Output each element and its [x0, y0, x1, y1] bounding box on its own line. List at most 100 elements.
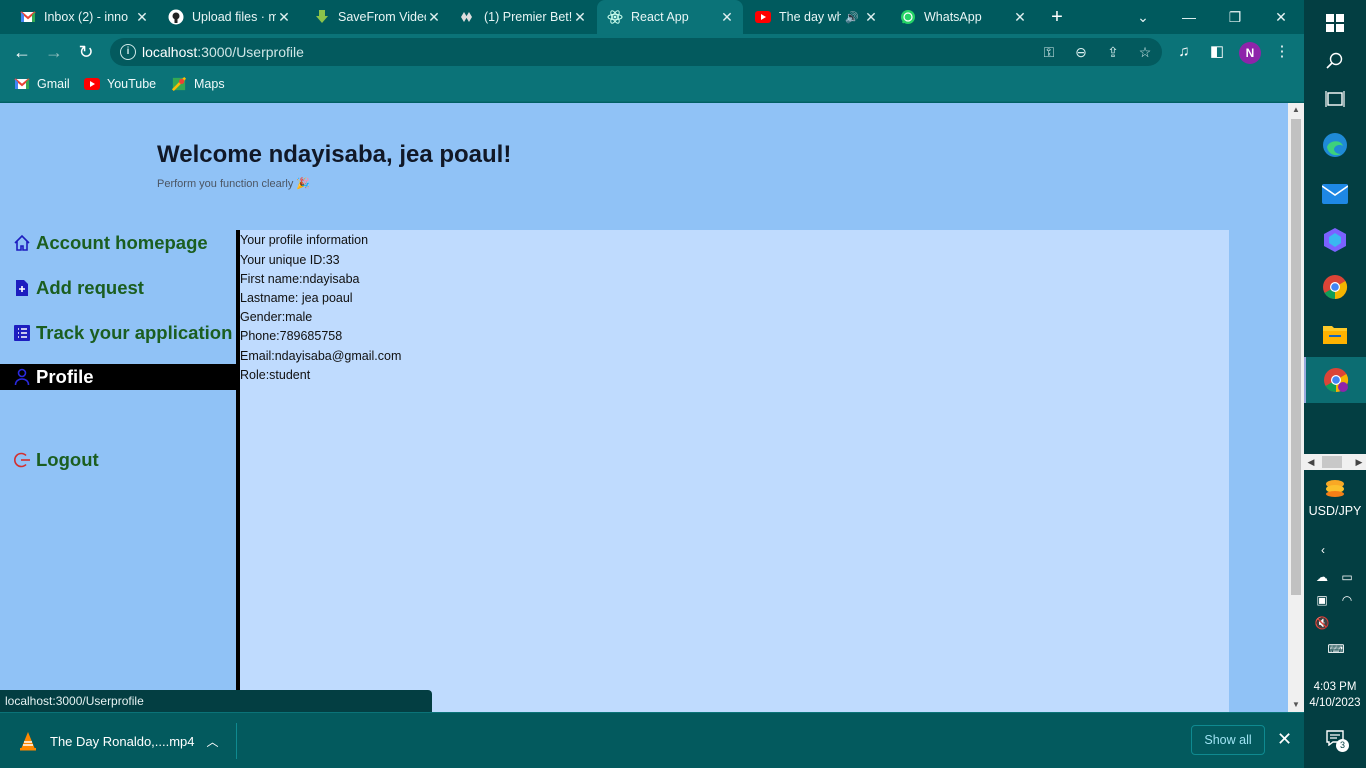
more-menu-icon[interactable]: ⋮: [1272, 42, 1292, 62]
tab-react-app[interactable]: React App ✕: [597, 0, 743, 34]
browser-toolbar: ← → ↻ i localhost:3000/Userprofile ⚿ ⊖ ⇪…: [0, 34, 1304, 70]
close-icon[interactable]: ✕: [1277, 729, 1292, 750]
chrome-profile-icon[interactable]: [1304, 357, 1366, 403]
edge-icon[interactable]: [1304, 122, 1366, 168]
speaker-icon[interactable]: 🔊: [845, 11, 859, 24]
page-title: Welcome ndayisaba, jea poaul!: [157, 141, 512, 168]
bookmark-label: Maps: [194, 77, 225, 91]
scrollbar-thumb[interactable]: [1322, 456, 1342, 468]
address-url[interactable]: localhost:3000/Userprofile: [142, 44, 304, 60]
taskbar-scrollbar[interactable]: ◀ ▶: [1304, 454, 1366, 470]
share-icon[interactable]: ⇪: [1104, 43, 1122, 61]
chrome-icon[interactable]: [1304, 264, 1366, 310]
scroll-down-icon[interactable]: ▼: [1288, 698, 1304, 712]
meet-now-icon[interactable]: ▣: [1314, 593, 1330, 607]
task-view-icon[interactable]: [1304, 76, 1366, 122]
download-shelf: The Day Ronaldo,....mp4 ︿ Show all ✕: [0, 712, 1304, 768]
wifi-icon[interactable]: ◠: [1338, 593, 1356, 607]
nav-track-application[interactable]: Track your application: [0, 320, 236, 346]
maps-icon: [171, 77, 187, 91]
bookmarks-bar: Gmail YouTube Maps: [0, 70, 1304, 102]
battery-icon[interactable]: ▭: [1338, 570, 1356, 584]
tab-github[interactable]: Upload files · m ✕: [158, 0, 300, 34]
speaker-muted-icon[interactable]: 🔇: [1314, 616, 1330, 630]
profile-gender: Gender:male: [240, 310, 313, 324]
gmail-icon: [14, 78, 30, 89]
nav-label: Track your application: [36, 322, 233, 343]
close-icon[interactable]: ✕: [134, 9, 150, 25]
file-explorer-icon[interactable]: [1304, 311, 1366, 357]
address-bar[interactable]: i localhost:3000/Userprofile ⚿ ⊖ ⇪ ☆: [110, 38, 1162, 66]
page-scrollbar[interactable]: ▲ ▼: [1288, 103, 1304, 712]
minimize-button[interactable]: —: [1172, 0, 1206, 34]
tab-whatsapp[interactable]: WhatsApp ✕: [890, 0, 1036, 34]
forward-arrow-icon[interactable]: →: [42, 40, 66, 64]
nav-account-homepage[interactable]: Account homepage: [0, 230, 236, 256]
key-icon[interactable]: ⚿: [1040, 43, 1058, 61]
profile-heading: Your profile information: [240, 233, 369, 247]
bookmark-gmail[interactable]: Gmail: [14, 77, 70, 91]
tab-premierbet[interactable]: (1) Premier Bet! ✕: [450, 0, 596, 34]
profile-role: Role:student: [240, 368, 311, 382]
profile-email: Email:ndayisaba@gmail.com: [240, 349, 402, 363]
bookmark-label: Gmail: [37, 77, 70, 91]
tab-title: (1) Premier Bet!: [484, 10, 572, 24]
premierbet-icon: [460, 9, 476, 25]
bookmark-star-icon[interactable]: ☆: [1136, 43, 1154, 61]
window-close-button[interactable]: ✕: [1264, 0, 1298, 34]
nav-logout[interactable]: Logout: [0, 447, 236, 473]
chevron-up-icon[interactable]: ︿: [207, 733, 219, 750]
chevron-left-icon[interactable]: ‹: [1316, 543, 1330, 557]
zoom-icon[interactable]: ⊖: [1072, 43, 1090, 61]
nav-add-request[interactable]: Add request: [0, 275, 236, 301]
onedrive-icon[interactable]: ☁: [1314, 570, 1330, 584]
scroll-left-icon[interactable]: ◀: [1304, 454, 1318, 470]
close-icon[interactable]: ✕: [276, 9, 292, 25]
scroll-up-icon[interactable]: ▲: [1288, 103, 1304, 117]
media-control-icon[interactable]: ♫: [1174, 42, 1194, 62]
download-arrow-icon: [314, 9, 330, 25]
mail-icon[interactable]: [1304, 171, 1366, 217]
nav-label: Add request: [36, 277, 144, 298]
tab-search-button[interactable]: ⌄: [1128, 0, 1158, 34]
profile-last-name: Lastname: jea poaul: [240, 291, 353, 305]
scroll-right-icon[interactable]: ▶: [1352, 454, 1366, 470]
bookmark-maps[interactable]: Maps: [171, 77, 225, 91]
bookmark-youtube[interactable]: YouTube: [84, 77, 156, 91]
reload-icon[interactable]: ↻: [74, 40, 98, 64]
react-icon: [607, 9, 623, 25]
teams-icon[interactable]: [1304, 217, 1366, 263]
side-panel-icon[interactable]: ◧: [1207, 42, 1227, 62]
clock-time: 4:03 PM: [1313, 681, 1357, 693]
download-filename: The Day Ronaldo,....mp4: [50, 733, 195, 749]
show-all-button[interactable]: Show all: [1191, 725, 1265, 755]
currency-widget-label[interactable]: USD/JPY: [1304, 504, 1366, 518]
close-icon[interactable]: ✕: [1012, 9, 1028, 25]
tab-gmail[interactable]: Inbox (2) - inno ✕: [10, 0, 158, 34]
browser-chrome: Inbox (2) - inno ✕ Upload files · m ✕ Sa…: [0, 0, 1304, 103]
close-icon[interactable]: ✕: [426, 9, 442, 25]
new-tab-button[interactable]: +: [1046, 6, 1068, 28]
notification-icon[interactable]: 3: [1326, 730, 1349, 752]
close-icon[interactable]: ✕: [863, 9, 879, 25]
close-icon[interactable]: ✕: [572, 9, 588, 25]
back-arrow-icon[interactable]: ←: [10, 40, 34, 64]
clock-date: 4/10/2023: [1309, 697, 1361, 709]
user-icon: [12, 367, 32, 387]
scrollbar-thumb[interactable]: [1291, 119, 1301, 595]
tab-title: Inbox (2) - inno: [44, 10, 129, 24]
system-clock[interactable]: 4:03 PM 4/10/2023: [1304, 679, 1366, 711]
whatsapp-icon: [900, 9, 916, 25]
profile-avatar[interactable]: N: [1239, 42, 1261, 64]
tab-savefrom[interactable]: SaveFrom Video ✕: [304, 0, 450, 34]
restore-button[interactable]: ❐: [1218, 0, 1252, 34]
tab-youtube[interactable]: The day wh 🔊 ✕: [745, 0, 887, 34]
download-item[interactable]: The Day Ronaldo,....mp4 ︿: [18, 731, 219, 751]
close-icon[interactable]: ✕: [719, 9, 735, 25]
nav-profile[interactable]: Profile: [0, 364, 236, 390]
link-status-bar: localhost:3000/Userprofile: [0, 690, 432, 712]
site-info-icon[interactable]: i: [120, 44, 136, 60]
tab-title: WhatsApp: [924, 10, 982, 24]
keyboard-icon[interactable]: ⌨: [1324, 642, 1348, 656]
currency-widget-icon[interactable]: [1304, 468, 1366, 508]
